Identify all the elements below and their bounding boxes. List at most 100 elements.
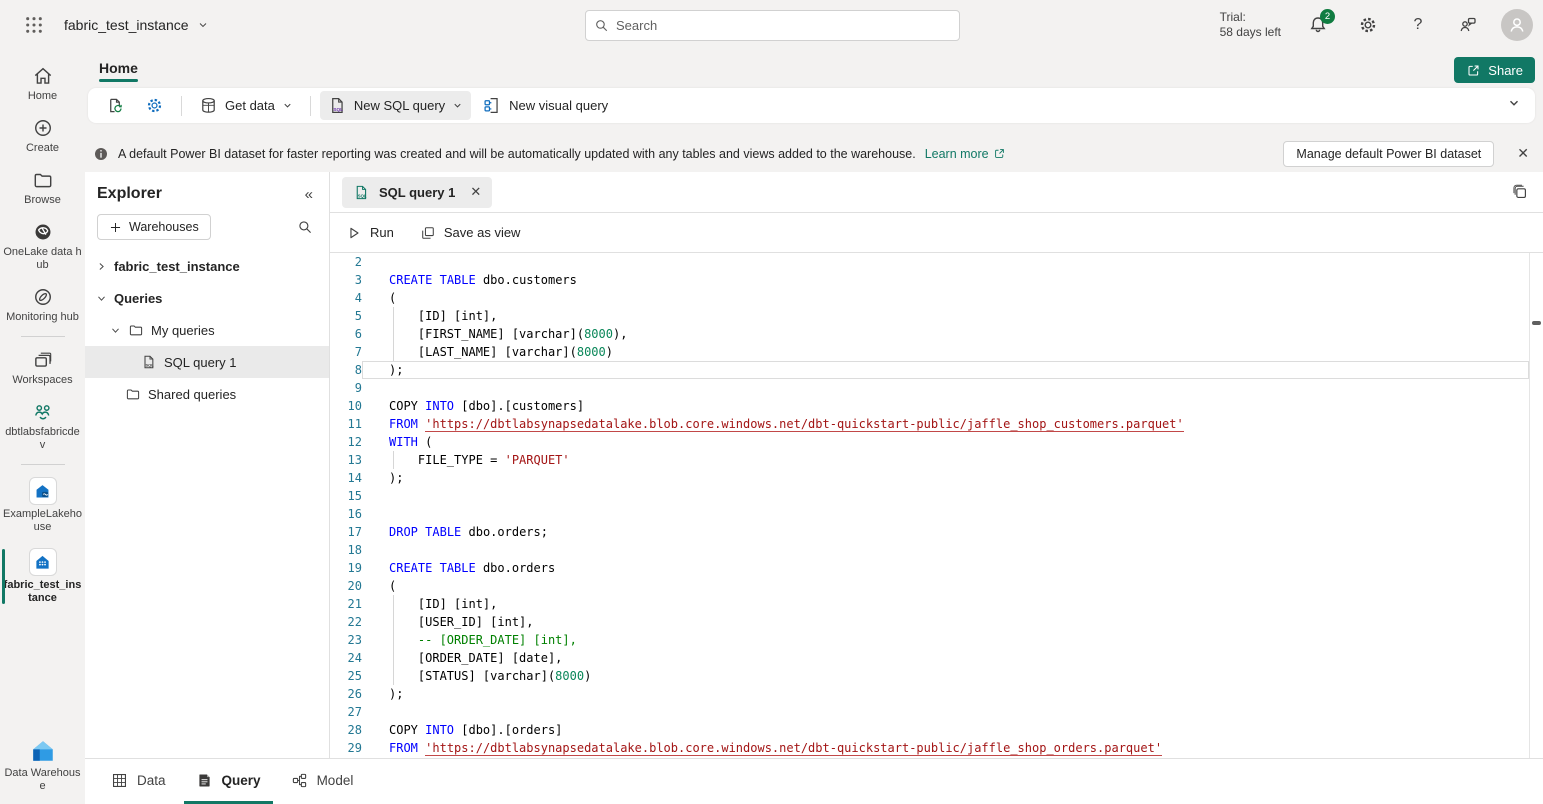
code-text[interactable]: FILE_TYPE = 'PARQUET' [362, 451, 1529, 469]
code-line[interactable]: 17DROP TABLE dbo.orders; [330, 523, 1529, 541]
save-as-view-button[interactable]: Save as view [420, 225, 521, 241]
new-visual-query-button[interactable]: New visual query [475, 91, 616, 120]
code-text[interactable] [362, 703, 1529, 721]
code-text[interactable]: -- [ORDER_DATE] [int], [362, 631, 1529, 649]
code-line[interactable]: 7 [LAST_NAME] [varchar](8000) [330, 343, 1529, 361]
code-text[interactable]: [LAST_NAME] [varchar](8000) [362, 343, 1529, 361]
code-line[interactable]: 4( [330, 289, 1529, 307]
code-line[interactable]: 8); [330, 361, 1529, 379]
code-line[interactable]: 29FROM 'https://dbtlabsynapsedatalake.bl… [330, 739, 1529, 757]
code-text[interactable]: DROP TABLE dbo.orders; [362, 523, 1529, 541]
editor-scrollbar[interactable] [1529, 253, 1543, 758]
rail-item-create[interactable]: Create [0, 110, 85, 162]
copy-as-button[interactable] [1511, 183, 1529, 201]
refresh-dataset-button[interactable] [98, 91, 133, 120]
bottom-tab-data[interactable]: Data [99, 759, 178, 804]
code-text[interactable]: [ID] [int], [362, 307, 1529, 325]
code-text[interactable]: WITH ( [362, 433, 1529, 451]
help-button[interactable]: ? [1401, 8, 1435, 42]
learn-more-link[interactable]: Learn more [925, 147, 1006, 161]
code-line[interactable]: 12WITH ( [330, 433, 1529, 451]
code-line[interactable]: 28COPY INTO [dbo].[orders] [330, 721, 1529, 739]
bottom-tab-model[interactable]: Model [279, 759, 366, 804]
code-line[interactable]: 11FROM 'https://dbtlabsynapsedatalake.bl… [330, 415, 1529, 433]
code-text[interactable]: CREATE TABLE dbo.customers [362, 271, 1529, 289]
rail-item-monitoring-hub[interactable]: Monitoring hub [0, 279, 85, 331]
collapse-explorer-icon[interactable]: « [305, 186, 313, 203]
code-line[interactable]: 24 [ORDER_DATE] [date], [330, 649, 1529, 667]
code-text[interactable] [362, 541, 1529, 559]
code-line[interactable]: 25 [STATUS] [varchar](8000) [330, 667, 1529, 685]
tab-close-icon[interactable]: ✕ [470, 184, 481, 200]
get-data-button[interactable]: Get data [191, 91, 301, 120]
ribbon-tab-home[interactable]: Home [97, 56, 140, 86]
code-text[interactable]: [FIRST_NAME] [varchar](8000), [362, 325, 1529, 343]
run-button[interactable]: Run [346, 225, 394, 241]
code-line[interactable]: 6 [FIRST_NAME] [varchar](8000), [330, 325, 1529, 343]
workspace-switcher[interactable]: fabric_test_instance [64, 17, 209, 33]
code-line[interactable]: 27 [330, 703, 1529, 721]
tree-item-my-queries[interactable]: My queries [85, 314, 329, 346]
code-line[interactable]: 13 FILE_TYPE = 'PARQUET' [330, 451, 1529, 469]
code-line[interactable]: 2 [330, 253, 1529, 271]
code-line[interactable]: 3CREATE TABLE dbo.customers [330, 271, 1529, 289]
code-text[interactable]: CREATE TABLE dbo.orders [362, 559, 1529, 577]
rail-item-workspace-dbtlabsfabricdev[interactable]: dbtlabsfabricdev [0, 394, 85, 459]
code-line[interactable]: 18 [330, 541, 1529, 559]
code-text[interactable] [362, 253, 1529, 271]
rail-item-examplelakehouse[interactable]: ExampleLakehouse [0, 470, 85, 541]
code-line[interactable]: 5 [ID] [int], [330, 307, 1529, 325]
bottom-tab-query[interactable]: Query [184, 759, 273, 804]
code-line[interactable]: 22 [USER_ID] [int], [330, 613, 1529, 631]
settings-button[interactable] [1351, 8, 1385, 42]
code-text[interactable]: FROM 'https://dbtlabsynapsedatalake.blob… [362, 739, 1529, 757]
code-text[interactable]: ); [362, 685, 1529, 703]
code-text[interactable]: [ORDER_DATE] [date], [362, 649, 1529, 667]
code-text[interactable]: [STATUS] [varchar](8000) [362, 667, 1529, 685]
code-line[interactable]: 19CREATE TABLE dbo.orders [330, 559, 1529, 577]
code-text[interactable] [362, 379, 1529, 397]
rail-item-onelake-data-hub[interactable]: OneLake data hub [0, 214, 85, 279]
collapse-ribbon-button[interactable] [1507, 96, 1521, 110]
rail-item-workspaces[interactable]: Workspaces [0, 342, 85, 394]
rail-item-data-warehouse[interactable]: Data Warehouse [0, 731, 85, 800]
code-text[interactable]: COPY INTO [dbo].[customers] [362, 397, 1529, 415]
new-sql-query-button[interactable]: SQL New SQL query [320, 91, 471, 120]
code-line[interactable]: 16 [330, 505, 1529, 523]
rail-item-fabric-test-instance[interactable]: fabric_test_instance [0, 541, 85, 612]
code-line[interactable]: 14); [330, 469, 1529, 487]
tree-item-sql-query-1[interactable]: SQL SQL query 1 [85, 346, 329, 378]
code-text[interactable] [362, 505, 1529, 523]
code-text[interactable]: FROM 'https://dbtlabsynapsedatalake.blob… [362, 415, 1529, 433]
code-line[interactable]: 9 [330, 379, 1529, 397]
code-text[interactable]: ( [362, 577, 1529, 595]
code-text[interactable]: COPY INTO [dbo].[orders] [362, 721, 1529, 739]
tree-item-warehouse[interactable]: fabric_test_instance [85, 250, 329, 282]
code-text[interactable]: ); [362, 469, 1529, 487]
code-line[interactable]: 21 [ID] [int], [330, 595, 1529, 613]
code-line[interactable]: 20( [330, 577, 1529, 595]
code-editor[interactable]: 23CREATE TABLE dbo.customers4(5 [ID] [in… [330, 253, 1543, 758]
feedback-button[interactable] [1451, 8, 1485, 42]
global-search[interactable] [585, 10, 960, 41]
code-line[interactable]: 23 -- [ORDER_DATE] [int], [330, 631, 1529, 649]
banner-close-icon[interactable]: ✕ [1517, 145, 1529, 162]
code-text[interactable]: ); [362, 361, 1529, 379]
notifications-button[interactable]: 2 [1301, 8, 1335, 42]
warehouse-settings-button[interactable] [137, 91, 172, 120]
account-avatar[interactable] [1501, 9, 1533, 41]
search-input[interactable] [616, 18, 951, 33]
rail-item-browse[interactable]: Browse [0, 162, 85, 214]
code-text[interactable]: ( [362, 289, 1529, 307]
scrollbar-thumb[interactable] [1532, 321, 1541, 325]
code-text[interactable]: [USER_ID] [int], [362, 613, 1529, 631]
tree-item-queries[interactable]: Queries [85, 282, 329, 314]
code-text[interactable] [362, 487, 1529, 505]
tree-item-shared-queries[interactable]: Shared queries [85, 378, 329, 410]
code-line[interactable]: 15 [330, 487, 1529, 505]
tab-sql-query-1[interactable]: SQL SQL query 1 ✕ [342, 177, 492, 208]
add-warehouses-button[interactable]: Warehouses [97, 214, 211, 240]
code-text[interactable]: [ID] [int], [362, 595, 1529, 613]
app-launcher-icon[interactable] [22, 13, 46, 37]
share-button[interactable]: Share [1454, 57, 1535, 83]
